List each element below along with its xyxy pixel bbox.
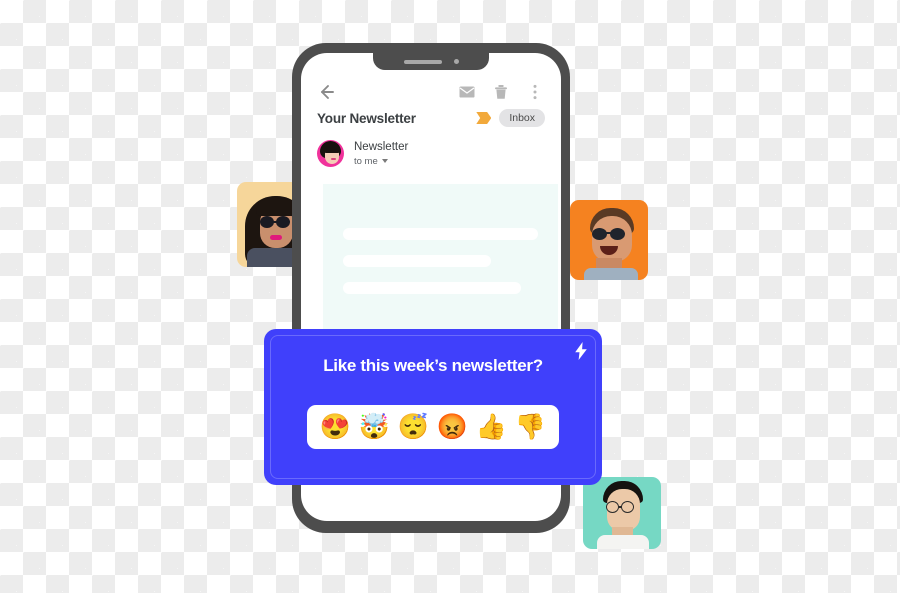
avatar-fringe <box>324 145 340 153</box>
back-arrow-icon[interactable] <box>317 82 337 102</box>
feedback-card: Like this week’s newsletter? 😍 🤯 😴 😡 👍 👎 <box>264 329 602 485</box>
glasses-bridge-icon <box>619 506 622 508</box>
reaction-sleeping-face[interactable]: 😴 <box>398 414 429 440</box>
reaction-exploding-head[interactable]: 🤯 <box>359 414 390 440</box>
trash-icon[interactable] <box>491 82 511 102</box>
more-vertical-icon[interactable] <box>525 82 545 102</box>
sunglasses-right-lens-icon <box>276 216 290 228</box>
avatar-lips <box>331 158 336 160</box>
sunglasses-left-lens-icon <box>592 228 607 240</box>
avatar-torso <box>597 535 649 549</box>
avatar-torso <box>584 268 638 280</box>
recipient-label: to me <box>354 155 378 167</box>
chevron-down-icon[interactable] <box>381 159 388 164</box>
reaction-smiling-face-with-heart-eyes[interactable]: 😍 <box>320 414 351 440</box>
body-placeholder-line <box>343 255 491 267</box>
glasses-left-lens-icon <box>606 501 619 513</box>
front-camera-icon <box>453 59 459 64</box>
glasses-right-lens-icon <box>621 501 634 513</box>
sunglasses-right-lens-icon <box>610 228 625 240</box>
status-badge[interactable]: Inbox <box>499 109 545 127</box>
avatar-tile-bottom <box>583 477 661 549</box>
earpiece-speaker <box>403 59 442 64</box>
flag-ribbon-icon[interactable] <box>476 112 492 124</box>
avatar[interactable] <box>317 140 344 167</box>
feedback-title: Like this week’s newsletter? <box>323 356 543 375</box>
sender-name: Newsletter <box>354 141 409 154</box>
reaction-thumbs-down[interactable]: 👎 <box>515 414 546 440</box>
phone-notch <box>373 53 489 70</box>
avatar-lips <box>270 235 282 240</box>
reaction-bar: 😍 🤯 😴 😡 👍 👎 <box>307 405 559 449</box>
sender-row: Newsletter to me <box>317 140 408 167</box>
page-title: Your Newsletter <box>317 110 416 126</box>
reaction-thumbs-up[interactable]: 👍 <box>476 414 507 440</box>
body-placeholder-line <box>343 228 538 240</box>
envelope-icon[interactable] <box>457 82 477 102</box>
email-toolbar <box>301 77 561 107</box>
body-placeholder-line <box>343 282 521 294</box>
reaction-pouting-face[interactable]: 😡 <box>437 414 468 440</box>
avatar-tile-right <box>570 200 648 280</box>
recipient-row[interactable]: to me <box>354 156 408 167</box>
avatar-fringe <box>256 198 297 216</box>
sunglasses-left-lens-icon <box>260 216 274 228</box>
sunglasses-bridge-icon <box>606 232 612 234</box>
subject-row: Your Newsletter Inbox <box>301 109 561 127</box>
subject-meta: Inbox <box>476 109 545 127</box>
sunglasses-bridge-icon <box>273 221 278 223</box>
sender-info: Newsletter to me <box>354 140 408 167</box>
